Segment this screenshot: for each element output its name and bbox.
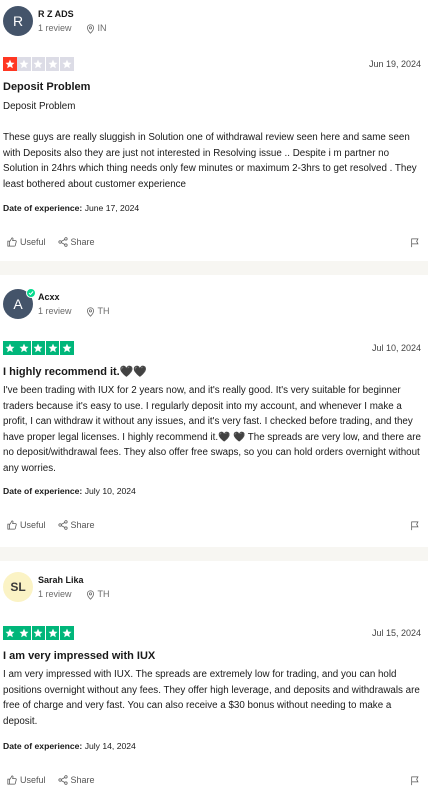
review-date: Jul 15, 2024 [371,628,421,638]
doe-label: Date of experience: [3,203,83,213]
star-filled-icon [60,626,74,640]
date-of-experience: Date of experience: July 14, 2024 [3,741,136,751]
review-card: A Acxx 1 review TH Jul 10, 2024 I highly… [0,275,428,547]
avatar[interactable]: R [3,6,33,36]
star-filled-icon [3,341,17,355]
review-card: SL Sarah Lika 1 review TH Jul 15, 2024 I… [0,561,428,793]
location-pin-icon [86,306,94,317]
reviewer-name[interactable]: R Z ADS [38,8,107,20]
share-button[interactable]: Share [57,237,95,247]
reviewer-info[interactable]: SL Sarah Lika 1 review TH [3,572,110,602]
reviewer-country: TH [97,589,110,599]
useful-button[interactable]: Useful [7,520,46,530]
share-label: Share [70,775,95,785]
share-button[interactable]: Share [57,775,95,785]
review-subtitle: Deposit Problem [3,101,76,112]
review-body: I am very impressed with IUX. The spread… [3,669,420,727]
review-count: 1 review [38,306,72,316]
avatar-initials: SL [10,580,26,594]
reviewer-name[interactable]: Acxx [38,291,110,303]
share-icon [57,775,68,785]
star-filled-icon [31,626,46,640]
thumbs-up-icon [7,520,17,530]
reviewer-info[interactable]: A Acxx 1 review TH [3,288,110,319]
star-filled-icon [60,341,74,355]
reviewer-name[interactable]: Sarah Lika [38,574,110,586]
star-rating [3,341,74,355]
star-empty-icon [45,57,60,71]
review-date: Jun 19, 2024 [368,59,421,69]
avatar[interactable]: SL [3,572,33,602]
useful-label: Useful [20,775,46,785]
doe-value: July 14, 2024 [84,741,136,751]
share-label: Share [70,520,95,530]
review-title[interactable]: Deposit Problem [3,81,90,93]
doe-value: June 17, 2024 [84,203,140,213]
useful-button[interactable]: Useful [7,237,46,247]
star-filled-icon [45,626,60,640]
share-label: Share [70,237,95,247]
star-rating [3,57,74,71]
star-filled-icon [3,626,17,640]
flag-icon[interactable] [410,776,420,786]
review-date: Jul 10, 2024 [371,343,421,353]
date-of-experience: Date of experience: July 10, 2024 [3,486,136,496]
share-icon [57,520,68,530]
review-separator [0,261,428,275]
location-pin-icon [86,589,94,600]
avatar-initials: A [13,296,23,312]
reviewer-country: IN [97,23,107,33]
star-filled-icon [17,341,31,355]
date-of-experience: Date of experience: June 17, 2024 [3,203,139,213]
review-count: 1 review [38,23,72,33]
review-count: 1 review [38,589,72,599]
star-filled-icon [45,341,60,355]
reviewer-info[interactable]: R R Z ADS 1 review IN [3,6,107,36]
flag-icon[interactable] [410,238,420,248]
share-icon [57,237,68,247]
verified-badge-icon [26,288,36,298]
useful-label: Useful [20,237,46,247]
star-empty-icon [17,57,31,71]
review-separator [0,547,428,561]
thumbs-up-icon [7,775,17,785]
review-title[interactable]: I am very impressed with IUX [3,650,155,662]
review-card: R R Z ADS 1 review IN Jun 19, 2024 Depos… [0,0,428,261]
doe-label: Date of experience: [3,741,83,751]
star-rating [3,626,74,640]
star-filled-icon [17,626,31,640]
review-body: These guys are really sluggish in Soluti… [3,132,417,190]
avatar[interactable]: A [3,288,36,319]
avatar-initials: R [12,13,24,29]
reviewer-country: TH [97,306,110,316]
star-filled-icon [3,57,17,71]
flag-icon[interactable] [410,521,420,531]
location-pin-icon [86,23,94,34]
useful-label: Useful [20,520,46,530]
star-empty-icon [60,57,74,71]
doe-value: July 10, 2024 [84,486,136,496]
star-filled-icon [31,341,46,355]
review-body: I've been trading with IUX for 2 years n… [3,385,421,474]
share-button[interactable]: Share [57,520,95,530]
useful-button[interactable]: Useful [7,775,46,785]
thumbs-up-icon [7,237,17,247]
review-title[interactable]: I highly recommend it.🖤🖤 [3,365,147,378]
star-empty-icon [31,57,46,71]
doe-label: Date of experience: [3,486,83,496]
